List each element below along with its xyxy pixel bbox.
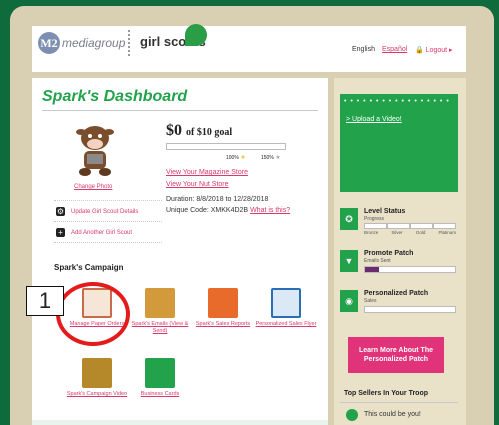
tile-label: Business Cards [140, 391, 180, 397]
campaign-video-tile[interactable]: Spark's Campaign Video [62, 358, 132, 398]
annotation-number-box: 1 [26, 286, 64, 316]
tile-label: Personalized Sales Flyer [255, 321, 317, 327]
level-status-sub: Progress [364, 216, 385, 222]
level-label-platinum: Platinum [438, 230, 456, 235]
milestone-100-label: 100% [226, 155, 239, 161]
promote-patch-title: Promote Patch [364, 250, 414, 257]
camera-icon [82, 358, 112, 388]
goal-progress-bar [166, 143, 286, 150]
duration-text: Duration: 8/8/2018 to 12/28/2018 [166, 196, 269, 203]
video-box-dots: • • • • • • • • • • • • • • • • • [344, 98, 450, 105]
chart-icon [208, 288, 238, 318]
clover-icon [346, 409, 358, 421]
divider [54, 200, 162, 201]
upload-video-box [340, 94, 458, 192]
flyer-icon [271, 288, 301, 318]
tile-label: Spark's Emails (View & Send) [131, 321, 189, 334]
tile-label: Spark's Campaign Video [66, 391, 128, 397]
learn-more-button[interactable]: Learn More About The Personalized Patch [348, 337, 444, 373]
cards-icon [145, 358, 175, 388]
patch-icon: ▼ [340, 250, 358, 272]
logout-label: Logout [425, 47, 448, 54]
gear-icon: ⚙ [56, 207, 65, 216]
title-divider [42, 110, 318, 111]
goal-text: of $10 goal [186, 127, 233, 138]
m2-logo: M2 [38, 32, 60, 54]
could-be-you-text: This could be you! [364, 411, 421, 418]
emails-sent-fill [365, 267, 379, 272]
business-cards-tile[interactable]: Business Cards [125, 358, 195, 398]
personalized-patch-block: ◉ Personalized Patch Sales [340, 290, 458, 318]
promote-patch-sub: Emails Sent [364, 258, 391, 264]
milestone-150: 150% ★ [261, 154, 281, 161]
page-title: Spark's Dashboard [42, 88, 188, 105]
avatar[interactable] [68, 118, 122, 178]
goal-amount: $0 of $10 goal [166, 122, 232, 140]
level-status-block: ✪ Level Status Progress Bronze Silver Go… [340, 208, 458, 244]
promote-patch-block: ▼ Promote Patch Emails Sent [340, 250, 458, 278]
plus-icon: + [56, 228, 65, 237]
logout-link[interactable]: 🔒 Logout ▸ [415, 46, 453, 54]
bottom-band [32, 420, 328, 425]
level-label-bronze: Bronze [364, 230, 379, 235]
sales-bar [364, 306, 456, 313]
emails-sent-bar [364, 266, 456, 273]
grey-star-icon: ★ [275, 155, 281, 161]
goal-value: $0 [166, 122, 182, 139]
personalized-patch-sub: Sales [364, 298, 377, 304]
gold-star-icon: ★ [240, 155, 246, 161]
magazine-store-link[interactable]: View Your Magazine Store [166, 169, 248, 176]
level-segments [364, 223, 456, 229]
what-is-this-link[interactable]: What is this? [250, 207, 290, 214]
mediagroup-logo-text: mediagroup [62, 36, 126, 50]
divider [54, 221, 162, 222]
unique-code-text: Unique Code: XMKK4D2B [166, 207, 249, 214]
personalized-patch-title: Personalized Patch [364, 290, 429, 297]
girl-scouts-trefoil-icon [185, 24, 207, 46]
update-details-label: Update Girl Scout Details [71, 208, 139, 215]
nut-store-link[interactable]: View Your Nut Store [166, 181, 229, 188]
badge-icon: ✪ [340, 208, 358, 230]
divider [54, 242, 162, 243]
book-icon [145, 288, 175, 318]
unique-code-row: Unique Code: XMKK4D2B What is this? [166, 207, 290, 214]
level-label-silver: Silver [391, 230, 403, 235]
tile-label: Spark's Sales Reports [195, 321, 251, 327]
add-another-label: Add Another Girl Scout [71, 229, 133, 236]
language-english[interactable]: English [352, 46, 375, 53]
update-girl-scout-link[interactable]: ⚙ Update Girl Scout Details [56, 207, 138, 216]
milestone-150-label: 150% [261, 155, 274, 161]
level-labels: Bronze Silver Gold Platinum [364, 230, 456, 235]
sales-flyer-tile[interactable]: Personalized Sales Flyer [251, 288, 321, 328]
change-photo-link[interactable]: Change Photo [74, 184, 112, 190]
campaign-title: Spark's Campaign [54, 263, 124, 272]
add-girl-scout-link[interactable]: + Add Another Girl Scout [56, 228, 132, 237]
upload-video-link[interactable]: > Upload a Video! [346, 116, 402, 123]
annotation-highlight-circle [56, 282, 130, 346]
level-label-gold: Gold [415, 230, 426, 235]
emails-tile[interactable]: Spark's Emails (View & Send) [125, 288, 195, 335]
logo-divider [128, 30, 130, 56]
cow-avatar-icon [76, 126, 114, 176]
shield-icon: ◉ [340, 290, 358, 312]
sales-reports-tile[interactable]: Spark's Sales Reports [188, 288, 258, 328]
top-sellers-title: Top Sellers In Your Troop [344, 390, 429, 397]
language-espanol-link[interactable]: Español [382, 46, 407, 53]
milestone-100: 100% ★ [226, 154, 246, 161]
level-status-title: Level Status [364, 208, 406, 215]
divider [340, 402, 458, 403]
